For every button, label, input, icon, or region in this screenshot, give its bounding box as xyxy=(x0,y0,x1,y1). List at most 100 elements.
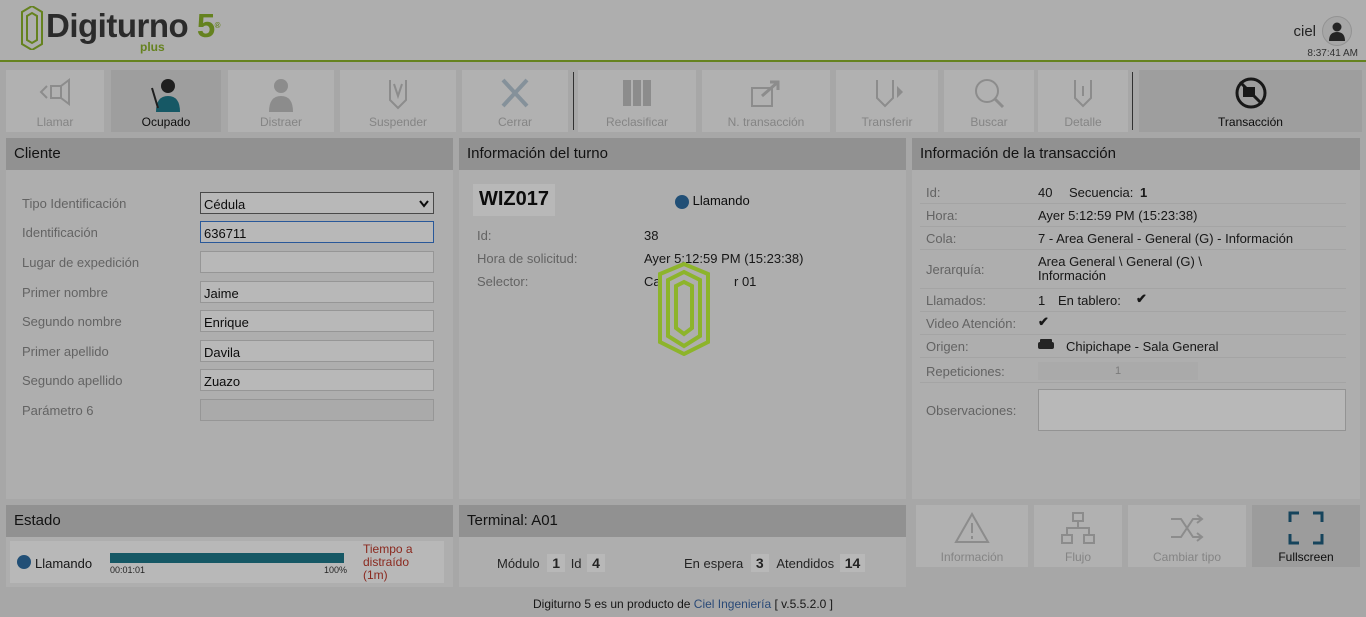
user-menu[interactable]: ciel xyxy=(1293,16,1352,46)
distract-button[interactable]: Distraer xyxy=(228,70,334,132)
tx-observaciones-row: Observaciones: xyxy=(920,386,1346,434)
primer-apellido-label: Primer apellido xyxy=(22,344,109,359)
flow-icon xyxy=(1061,512,1095,544)
turno-code: WIZ017 xyxy=(473,184,555,216)
digiturno-logo: Digiturno 5® plus xyxy=(20,6,221,54)
toolbar-divider xyxy=(1132,72,1133,130)
terminal-id-value: 4 xyxy=(587,554,605,572)
tx-id-row: Id: 40 Secuencia: 1 xyxy=(920,182,1346,204)
progress-bar xyxy=(110,553,344,563)
chevron-down-icon xyxy=(419,200,429,208)
fullscreen-icon xyxy=(1288,511,1324,545)
tx-secuencia-label: Secuencia: xyxy=(1069,185,1134,200)
estado-distracted-line2: distraído xyxy=(363,555,410,569)
tx-hora-label: Hora: xyxy=(926,208,958,223)
transaccion-title: Información de la transacción xyxy=(912,138,1360,170)
estado-elapsed: 00:01:01 xyxy=(110,565,146,575)
new-transaction-label: N. transacción xyxy=(727,115,805,129)
new-transaction-icon xyxy=(751,80,780,107)
estado-distracted: Tiempo a distraído (1m) xyxy=(363,543,413,582)
search-label: Buscar xyxy=(970,115,1008,129)
brand-suffix: plus xyxy=(140,40,165,54)
tx-video-row: Video Atención: ✔ xyxy=(920,313,1346,335)
tx-repeticiones-label: Repeticiones: xyxy=(926,364,1005,379)
turno-status: Llamando xyxy=(675,193,750,209)
terminal-title: Terminal: A01 xyxy=(459,505,906,537)
no-transaction-icon xyxy=(1235,77,1266,109)
tx-hora-value: Ayer 5:12:59 PM (15:23:38) xyxy=(1038,208,1198,223)
transaction-button[interactable]: Transacción xyxy=(1139,70,1362,132)
estado-distracted-line3: (1m) xyxy=(363,568,388,582)
tx-repeticiones-value[interactable]: 1 xyxy=(1038,362,1198,380)
call-button[interactable]: Llamar xyxy=(6,70,104,132)
suspend-label: Suspender xyxy=(368,115,428,129)
estado-panel: Estado Llamando 00:01:01 100% Tiempo a d… xyxy=(6,505,453,587)
atendidos-value: 14 xyxy=(839,554,866,572)
estado-title: Estado xyxy=(6,505,453,537)
call-label: Llamar xyxy=(36,115,74,129)
tx-llamados-label: Llamados: xyxy=(926,293,986,308)
tx-cola-value: 7 - Area General - General (G) - Informa… xyxy=(1038,231,1294,246)
primer-nombre-label: Primer nombre xyxy=(22,285,108,300)
flow-button[interactable]: Flujo xyxy=(1034,505,1122,567)
primer-apellido-input[interactable]: Davila xyxy=(200,340,434,362)
transfer-label: Transferir xyxy=(861,115,913,129)
transaccion-panel: Información de la transacción Id: 40 Sec… xyxy=(912,138,1360,499)
tipo-identificacion-value: Cédula xyxy=(204,197,246,212)
close-button[interactable]: Cerrar xyxy=(462,70,568,132)
clock: 8:37:41 AM xyxy=(1307,48,1358,59)
tx-cola-row: Cola: 7 - Area General - General (G) - I… xyxy=(920,228,1346,250)
search-icon xyxy=(975,79,1005,109)
estado-distracted-line1: Tiempo a xyxy=(363,542,413,556)
turno-id-value: 38 xyxy=(644,228,659,243)
parametro-6-input[interactable] xyxy=(200,399,434,421)
lugar-expedicion-label: Lugar de expedición xyxy=(22,255,140,270)
detail-button[interactable]: Detalle xyxy=(1038,70,1128,132)
search-button[interactable]: Buscar xyxy=(944,70,1034,132)
segundo-apellido-label: Segundo apellido xyxy=(22,373,123,388)
identificacion-input[interactable]: 636711 xyxy=(200,221,434,243)
suspend-icon xyxy=(389,80,407,110)
detail-label: Detalle xyxy=(1064,115,1102,129)
primer-nombre-input[interactable]: Jaime xyxy=(200,281,434,303)
tx-video-label: Video Atención: xyxy=(926,316,1017,331)
info-button[interactable]: Información xyxy=(916,505,1028,567)
tx-llamados-row: Llamados: 1 En tablero: ✔ xyxy=(920,290,1346,312)
close-label: Cerrar xyxy=(497,115,532,129)
form-row-lugar-expedicion: Lugar de expedición xyxy=(22,251,436,273)
suspend-button[interactable]: Suspender xyxy=(340,70,456,132)
tx-id-label: Id: xyxy=(926,185,941,200)
main-toolbar: Llamar Ocupado Distraer Suspender Cerrar… xyxy=(6,70,1362,132)
reclassify-button[interactable]: Reclasificar xyxy=(578,70,696,132)
observaciones-textarea[interactable] xyxy=(1038,389,1346,431)
form-row-primer-apellido: Primer apellido Davila xyxy=(22,340,436,362)
identificacion-label: Identificación xyxy=(22,225,98,240)
change-type-button[interactable]: Cambiar tipo xyxy=(1128,505,1246,567)
transfer-icon xyxy=(876,80,903,108)
turno-id-row: Id: 38 xyxy=(477,228,897,244)
tx-jerarquia-label: Jerarquía: xyxy=(926,262,985,277)
form-row-primer-nombre: Primer nombre Jaime xyxy=(22,281,436,303)
warning-icon xyxy=(954,511,990,543)
brand-version: 5 xyxy=(196,7,215,44)
company-link[interactable]: Ciel Ingeniería xyxy=(694,597,771,611)
busy-button[interactable]: Ocupado xyxy=(111,70,221,132)
fullscreen-button[interactable]: Fullscreen xyxy=(1252,505,1360,567)
action-buttons: Información Flujo Cambiar tipo Fullscree… xyxy=(912,505,1360,567)
terminal-stats: En espera 3 Atendidos 14 xyxy=(684,554,866,572)
transfer-button[interactable]: Transferir xyxy=(836,70,938,132)
person-icon xyxy=(269,79,293,112)
tx-tablero-label: En tablero: xyxy=(1058,293,1121,308)
tx-cola-label: Cola: xyxy=(926,231,957,246)
terminal-id-label: Id xyxy=(570,556,582,571)
segundo-apellido-input[interactable]: Zuazo xyxy=(200,369,434,391)
segundo-nombre-input[interactable]: Enrique xyxy=(200,310,434,332)
detail-icon xyxy=(1074,80,1092,108)
new-transaction-button[interactable]: N. transacción xyxy=(702,70,830,132)
atendidos-label: Atendidos xyxy=(776,556,835,571)
lugar-expedicion-input[interactable] xyxy=(200,251,434,273)
tx-origen-value: Chipichape - Sala General xyxy=(1066,339,1219,354)
tipo-identificacion-select[interactable]: Cédula xyxy=(200,192,434,214)
tx-observaciones-label: Observaciones: xyxy=(926,403,1017,418)
avatar-icon[interactable] xyxy=(1322,16,1352,46)
